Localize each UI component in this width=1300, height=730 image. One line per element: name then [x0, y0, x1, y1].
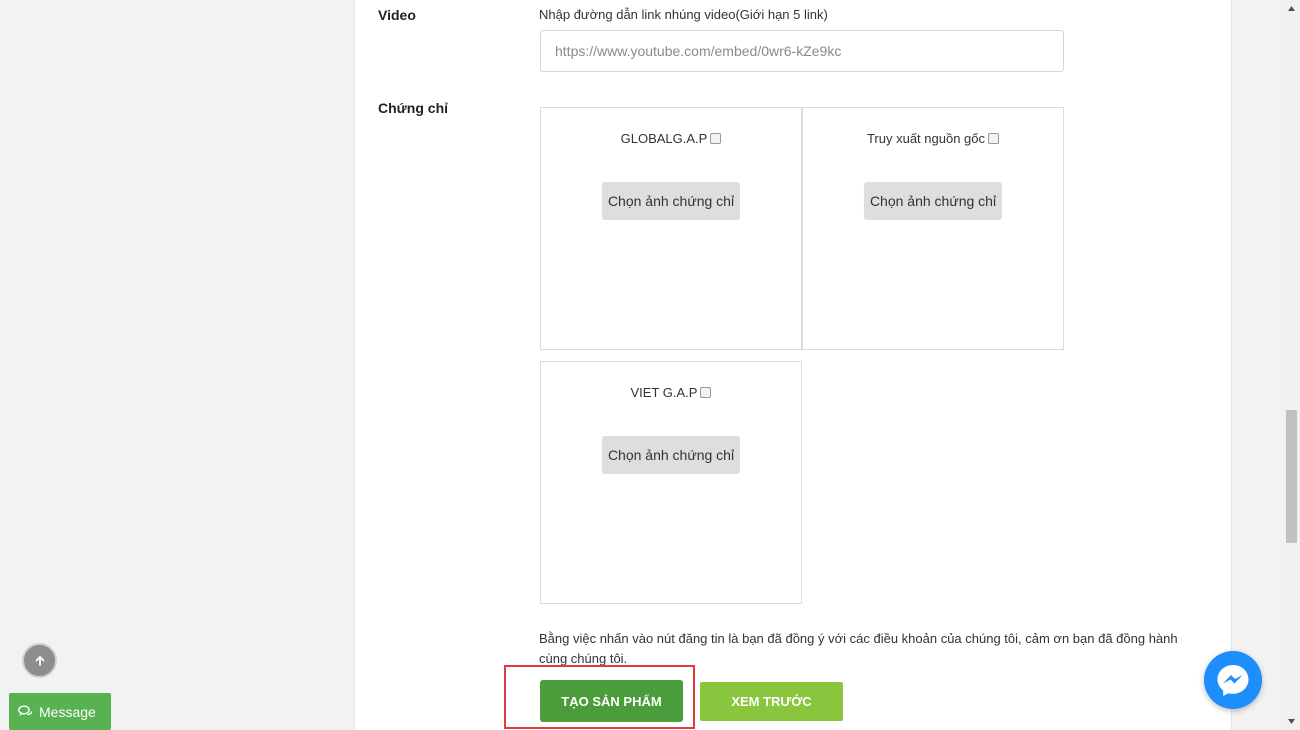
certificate-name: GLOBALG.A.P — [620, 131, 708, 146]
certificate-title: GLOBALG.A.P — [541, 131, 801, 146]
video-link-input[interactable] — [540, 30, 1064, 72]
traceability-checkbox[interactable] — [988, 133, 1000, 144]
certificate-card-traceability: Truy xuất nguồn gốc Chọn ảnh chứng chỉ — [802, 107, 1064, 350]
scroll-down-arrow-icon[interactable] — [1283, 713, 1300, 730]
messenger-icon — [1217, 665, 1249, 696]
globalgap-checkbox[interactable] — [710, 133, 722, 144]
video-hint: Nhập đường dẫn link nhúng video(Giới hạn… — [539, 7, 828, 22]
message-label: Message — [39, 703, 96, 720]
highlight-box — [504, 665, 695, 729]
choose-certificate-image-button[interactable]: Chọn ảnh chứng chỉ — [601, 182, 741, 220]
certificate-name: VIET G.A.P — [630, 385, 698, 400]
vertical-scrollbar[interactable] — [1283, 0, 1300, 730]
terms-notice: Bằng việc nhấn vào nút đăng tin là bạn đ… — [539, 631, 1178, 666]
certificate-card-globalgap: GLOBALG.A.P Chọn ảnh chứng chỉ — [540, 107, 802, 350]
message-button[interactable]: Message — [9, 693, 111, 730]
scrollbar-thumb[interactable] — [1286, 410, 1297, 543]
preview-button[interactable]: XEM TRƯỚC — [700, 682, 843, 721]
certificate-card-vietgap: VIET G.A.P Chọn ảnh chứng chỉ — [540, 361, 802, 604]
scroll-to-top-button[interactable] — [22, 643, 57, 678]
choose-certificate-image-button[interactable]: Chọn ảnh chứng chỉ — [863, 182, 1003, 220]
choose-certificate-image-button[interactable]: Chọn ảnh chứng chỉ — [601, 436, 741, 474]
video-label: Video — [378, 7, 416, 23]
certificates-label: Chứng chỉ — [378, 100, 449, 116]
messenger-chat-button[interactable] — [1204, 651, 1262, 709]
chat-bubbles-icon — [18, 705, 33, 716]
certificate-name: Truy xuất nguồn gốc — [866, 131, 986, 146]
arrow-up-icon — [35, 655, 44, 666]
scroll-up-arrow-icon[interactable] — [1283, 0, 1300, 17]
certificate-title: Truy xuất nguồn gốc — [803, 131, 1063, 146]
vietgap-checkbox[interactable] — [700, 387, 712, 398]
certificate-title: VIET G.A.P — [541, 385, 801, 400]
